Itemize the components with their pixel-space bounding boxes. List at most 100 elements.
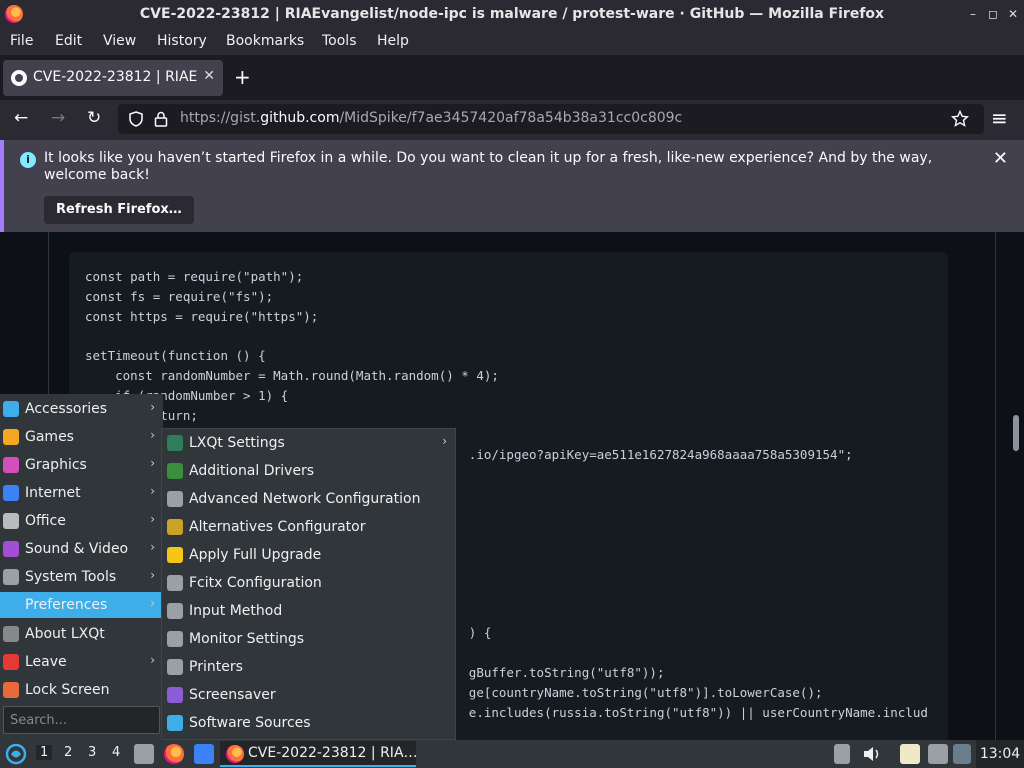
- graphics-icon: [3, 457, 19, 473]
- preferences-item-label: Advanced Network Configuration: [189, 491, 421, 507]
- workspace-2[interactable]: 2: [64, 745, 72, 760]
- start-menu-item-label: Preferences: [25, 597, 108, 613]
- url-bar[interactable]: https://gist.github.com/MidSpike/f7ae345…: [118, 104, 984, 134]
- sound-video-icon: [3, 541, 19, 557]
- preferences-item-label: Software Sources: [189, 715, 311, 731]
- preferences-item-label: Fcitx Configuration: [189, 575, 322, 591]
- menu-edit[interactable]: Edit: [55, 33, 82, 49]
- code-line: const randomNumber = Math.round(Math.ran…: [85, 367, 499, 383]
- start-menu-item-graphics[interactable]: Graphics ›: [0, 452, 163, 478]
- window-title: CVE-2022-23812 | RIAEvangelist/node-ipc …: [139, 6, 885, 22]
- app-menu-button[interactable]: ≡: [991, 106, 1008, 130]
- upgrade-icon: [167, 547, 183, 563]
- reload-button[interactable]: ↻: [87, 108, 101, 128]
- internet-icon: [3, 485, 19, 501]
- preferences-item-fcitx-configuration[interactable]: Fcitx Configuration: [162, 569, 457, 597]
- start-menu-item-about-lxqt[interactable]: About LXQt: [0, 621, 163, 647]
- menu-bookmarks[interactable]: Bookmarks: [226, 33, 304, 49]
- preferences-item-advanced-network-configuration[interactable]: Advanced Network Configuration: [162, 485, 457, 513]
- network-tray-icon[interactable]: [928, 744, 948, 764]
- start-menu-item-sound-video[interactable]: Sound & Video ›: [0, 536, 163, 562]
- preferences-item-monitor-settings[interactable]: Monitor Settings: [162, 625, 457, 653]
- taskbar: 1 2 3 4 CVE-2022-23812 | RIA… 13:04: [0, 740, 1024, 768]
- chevron-right-icon: ›: [150, 596, 155, 610]
- notes-tray-icon[interactable]: [900, 744, 920, 764]
- notification-message: It looks like you haven’t started Firefo…: [44, 150, 933, 183]
- start-menu-item-preferences[interactable]: Preferences ›: [0, 592, 163, 618]
- clock[interactable]: 13:04: [976, 740, 1024, 768]
- preferences-item-label: Apply Full Upgrade: [189, 547, 322, 563]
- chevron-right-icon: ›: [150, 428, 155, 442]
- tab-close-button[interactable]: ✕: [203, 68, 215, 84]
- shield-icon[interactable]: [128, 111, 144, 127]
- start-menu-item-label: Sound & Video: [25, 541, 129, 557]
- refresh-firefox-button[interactable]: Refresh Firefox…: [44, 196, 194, 224]
- preferences-item-input-method[interactable]: Input Method: [162, 597, 457, 625]
- start-menu-icon[interactable]: [5, 743, 27, 765]
- menu-file[interactable]: File: [10, 33, 33, 49]
- menu-view[interactable]: View: [103, 33, 136, 49]
- menu-tools[interactable]: Tools: [322, 33, 357, 49]
- start-menu-item-leave[interactable]: Leave ›: [0, 649, 163, 675]
- preferences-item-additional-drivers[interactable]: Additional Drivers: [162, 457, 457, 485]
- start-menu-item-internet[interactable]: Internet ›: [0, 480, 163, 506]
- file-manager-icon[interactable]: [134, 744, 154, 764]
- start-menu-item-label: Graphics: [25, 457, 87, 473]
- start-menu-item-office[interactable]: Office ›: [0, 508, 163, 534]
- chevron-right-icon: ›: [150, 484, 155, 498]
- start-menu: Accessories › Games › Graphics › Internet › Offi…: [0, 394, 163, 740]
- navigation-toolbar: ← → ↻ https://gist.github.com/MidSpike/f…: [0, 100, 1024, 140]
- new-tab-button[interactable]: +: [234, 65, 251, 89]
- code-line: setTimeout(function () {: [85, 348, 266, 364]
- volume-icon[interactable]: [862, 745, 882, 763]
- workspace-4[interactable]: 4: [112, 745, 120, 760]
- start-menu-item-accessories[interactable]: Accessories ›: [0, 396, 163, 422]
- preferences-item-software-sources[interactable]: Software Sources: [162, 709, 457, 737]
- preferences-item-label: Input Method: [189, 603, 283, 619]
- tab-cve-2022-23812[interactable]: CVE-2022-23812 | RIAEvangelist/node-ipc …: [3, 60, 223, 96]
- leave-icon: [3, 654, 19, 670]
- alternatives-icon: [167, 519, 183, 535]
- preferences-item-label: Printers: [189, 659, 243, 675]
- preferences-item-label: Alternatives Configurator: [189, 519, 366, 535]
- menu-history[interactable]: History: [157, 33, 207, 49]
- preferences-item-screensaver[interactable]: Screensaver: [162, 681, 457, 709]
- workspace-1[interactable]: 1: [36, 745, 53, 760]
- task-label: CVE-2022-23812 | RIA…: [248, 745, 418, 761]
- preferences-item-label: Screensaver: [189, 687, 276, 703]
- maximize-button[interactable]: ◻: [986, 7, 1000, 21]
- preferences-item-apply-full-upgrade[interactable]: Apply Full Upgrade: [162, 541, 457, 569]
- preferences-item-label: LXQt Settings: [189, 435, 285, 451]
- code-line: return;: [145, 407, 198, 423]
- start-menu-item-lock-screen[interactable]: Lock Screen: [0, 677, 163, 703]
- start-menu-search-input[interactable]: Search...: [3, 706, 160, 734]
- chevron-right-icon: ›: [150, 540, 155, 554]
- menu-help[interactable]: Help: [377, 33, 409, 49]
- minimize-button[interactable]: –: [966, 7, 980, 21]
- bookmark-star-icon[interactable]: [951, 110, 969, 128]
- start-menu-item-games[interactable]: Games ›: [0, 424, 163, 450]
- task-firefox-window[interactable]: CVE-2022-23812 | RIA…: [220, 741, 418, 767]
- preferences-item-lxqt-settings[interactable]: LXQt Settings ›: [162, 429, 457, 457]
- back-button[interactable]: ←: [14, 108, 28, 128]
- start-menu-item-system-tools[interactable]: System Tools ›: [0, 564, 163, 590]
- update-tray-icon[interactable]: [953, 744, 971, 764]
- refresh-notification-bar: i It looks like you haven’t started Fire…: [0, 140, 1024, 232]
- close-window-button[interactable]: ✕: [1006, 7, 1020, 21]
- url-text[interactable]: https://gist.github.com/MidSpike/f7ae345…: [180, 110, 682, 126]
- preferences-item-printers[interactable]: Printers: [162, 653, 457, 681]
- notification-close-button[interactable]: ✕: [993, 148, 1008, 169]
- page-scrollbar[interactable]: [1013, 415, 1019, 451]
- preferences-icon: [3, 597, 19, 613]
- info-icon: i: [20, 152, 36, 168]
- lock-icon[interactable]: [154, 111, 168, 127]
- clipboard-tray-icon[interactable]: [834, 744, 850, 764]
- show-desktop-icon[interactable]: [194, 744, 214, 764]
- start-menu-item-label: System Tools: [25, 569, 117, 585]
- forward-button[interactable]: →: [51, 108, 65, 128]
- office-icon: [3, 513, 19, 529]
- workspace-3[interactable]: 3: [88, 745, 96, 760]
- firefox-launcher-icon[interactable]: [164, 744, 184, 764]
- preferences-item-alternatives-configurator[interactable]: Alternatives Configurator: [162, 513, 457, 541]
